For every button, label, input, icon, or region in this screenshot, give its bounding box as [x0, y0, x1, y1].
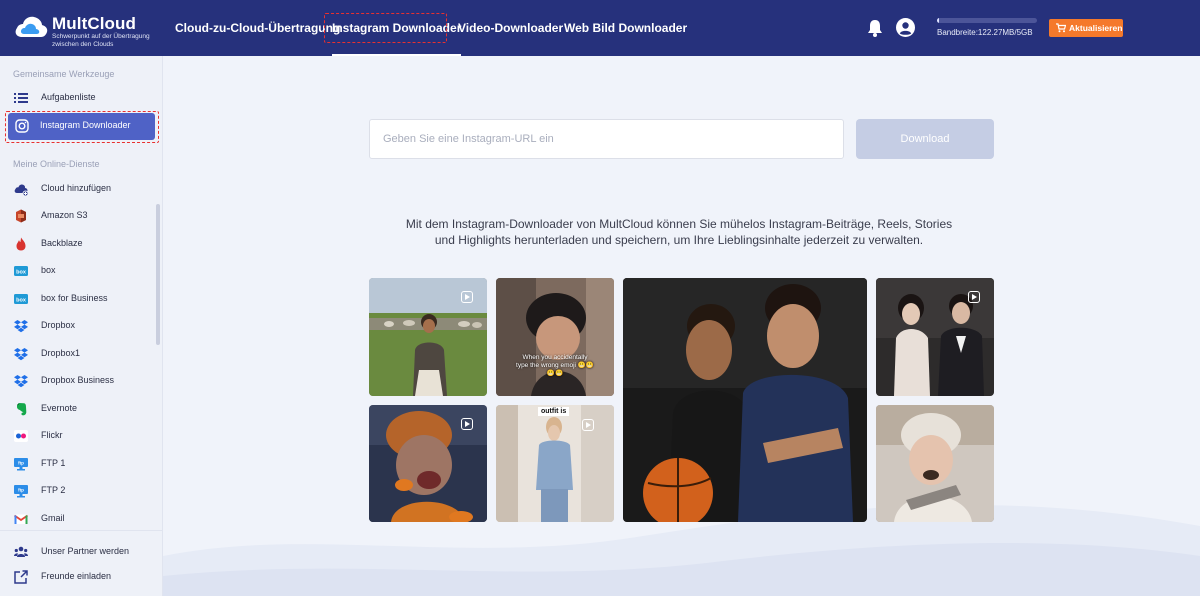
sidebar-divider [0, 530, 162, 531]
meme-caption: When you accidentally type the wrong emo… [516, 354, 594, 377]
sidebar-item-label: Amazon S3 [41, 210, 88, 220]
sidebar-item-label: FTP 2 [41, 485, 66, 495]
sidebar-item-label: Evernote [41, 403, 78, 413]
sidebar-item-label: Instagram Downloader [40, 120, 131, 130]
reel-icon [968, 291, 980, 303]
upgrade-button[interactable]: Aktualisieren [1049, 19, 1123, 37]
two-men-basketball-image [623, 278, 867, 522]
ftp-icon: ftp [14, 458, 28, 471]
couple-seated-photo[interactable] [876, 278, 994, 396]
svg-text:ftp: ftp [18, 461, 24, 466]
sidebar-item-backblaze[interactable]: Backblaze [0, 231, 163, 257]
svg-text:ftp: ftp [18, 488, 24, 493]
description-text: Mit dem Instagram-Downloader von MultClo… [405, 217, 953, 247]
download-button[interactable]: Download [856, 119, 994, 159]
amazon-s3-icon [16, 209, 26, 223]
backblaze-icon [16, 237, 26, 251]
sidebar-item-partner[interactable]: Unser Partner werden [0, 539, 163, 565]
two-men-basketball-photo[interactable] [623, 278, 867, 522]
sidebar-item-label: Flickr [41, 430, 63, 440]
invite-icon [14, 570, 28, 584]
dog-costume-photo[interactable] [369, 405, 487, 522]
dropbox-business-icon [14, 375, 28, 388]
upgrade-label: Aktualisieren [1069, 23, 1123, 33]
nav-web-image-downloader[interactable]: Web Bild Downloader [564, 0, 687, 56]
sidebar-item-label: FTP 1 [41, 458, 66, 468]
user-icon[interactable] [896, 18, 915, 37]
outfit-image [496, 405, 614, 522]
reel-icon [582, 419, 594, 431]
nav-video-downloader[interactable]: Video-Downloader [458, 0, 563, 56]
instagram-icon [15, 119, 29, 133]
woman-beanie-image [876, 405, 994, 522]
man-meme-photo[interactable]: When you accidentally type the wrong emo… [496, 278, 614, 396]
cart-icon [1056, 23, 1066, 33]
man-meme-image [496, 278, 614, 396]
woman-field-photo[interactable] [369, 278, 487, 396]
reel-icon [461, 418, 473, 430]
sidebar-item-box[interactable]: box box [0, 258, 163, 284]
sidebar-item-evernote[interactable]: Evernote [0, 396, 163, 422]
sidebar-item-ftp2[interactable]: ftp FTP 2 [0, 478, 163, 504]
sidebar-item-label: Dropbox1 [41, 348, 81, 358]
sidebar-item-dropbox[interactable]: Dropbox [0, 313, 163, 339]
section-title-tools: Gemeinsame Werkzeuge [13, 69, 115, 79]
section-title-services: Meine Online-Dienste [13, 159, 100, 169]
nav-instagram-downloader[interactable]: Instagram Downloader [332, 0, 462, 56]
sidebar-item-invite[interactable]: Freunde einladen [0, 564, 163, 590]
bandwidth-bar [937, 18, 1037, 23]
sidebar-item-instagram-downloader[interactable]: Instagram Downloader [8, 113, 155, 140]
logo[interactable]: MultCloud Schwerpunkt auf der Übertragun… [14, 13, 164, 48]
outfit-caption: outfit is [538, 407, 570, 416]
sidebar-item-label: Backblaze [41, 238, 83, 248]
evernote-icon [17, 403, 27, 416]
sidebar: Gemeinsame Werkzeuge Aufgabenliste Insta… [0, 56, 163, 596]
cloud-add-icon [14, 184, 28, 196]
sidebar-item-dropbox-business[interactable]: Dropbox Business [0, 368, 163, 394]
top-bar: MultCloud Schwerpunkt auf der Übertragun… [0, 0, 1200, 56]
sidebar-item-label: Dropbox [41, 320, 76, 330]
ftp-icon: ftp [14, 485, 28, 498]
sidebar-item-label: Cloud hinzufügen [41, 183, 112, 193]
svg-text:box: box [16, 269, 27, 275]
sidebar-item-gmail[interactable]: Gmail [0, 506, 163, 532]
bandwidth-bar-fill [937, 18, 940, 23]
reel-icon [461, 291, 473, 303]
sidebar-item-ftp1[interactable]: ftp FTP 1 [0, 451, 163, 477]
app-name: MultCloud [52, 14, 136, 33]
bandwidth-label: Bandbreite:122.27MB/5GB [937, 28, 1033, 37]
bell-icon[interactable] [866, 18, 884, 38]
list-icon [14, 93, 28, 103]
sidebar-item-box-business[interactable]: box box for Business [0, 286, 163, 312]
gmail-icon [14, 514, 28, 524]
nav-cloud-transfer[interactable]: Cloud-zu-Cloud-Übertragung [175, 0, 340, 56]
dropbox-icon [14, 320, 28, 333]
outfit-photo[interactable]: outfit is [496, 405, 614, 522]
sidebar-item-dropbox1[interactable]: Dropbox1 [0, 341, 163, 367]
sidebar-scrollbar[interactable] [156, 204, 160, 345]
logo-cloud-icon [15, 16, 48, 37]
partner-icon [14, 546, 28, 557]
sidebar-item-task-list[interactable]: Aufgabenliste [0, 85, 163, 111]
sidebar-item-label: Gmail [41, 513, 65, 523]
dropbox-icon [14, 348, 28, 361]
sidebar-item-label: box for Business [41, 293, 108, 303]
box-business-icon: box [14, 294, 28, 304]
sidebar-item-add-cloud[interactable]: Cloud hinzufügen [0, 176, 163, 202]
app-tagline: Schwerpunkt auf der Übertragung zwischen… [52, 33, 150, 48]
box-icon: box [14, 266, 28, 276]
sidebar-item-label: box [41, 265, 56, 275]
sidebar-item-label: Aufgabenliste [41, 92, 96, 102]
svg-text:box: box [16, 297, 27, 303]
sidebar-item-label: Freunde einladen [41, 571, 112, 581]
flickr-icon [14, 430, 28, 442]
main-content: Download Mit dem Instagram-Downloader vo… [163, 56, 1200, 596]
sidebar-item-flickr[interactable]: Flickr [0, 423, 163, 449]
instagram-url-input[interactable] [369, 119, 844, 159]
sidebar-item-label: Unser Partner werden [41, 546, 130, 556]
sidebar-item-amazon-s3[interactable]: Amazon S3 [0, 203, 163, 229]
woman-beanie-photo[interactable] [876, 405, 994, 522]
sidebar-item-label: Dropbox Business [41, 375, 115, 385]
